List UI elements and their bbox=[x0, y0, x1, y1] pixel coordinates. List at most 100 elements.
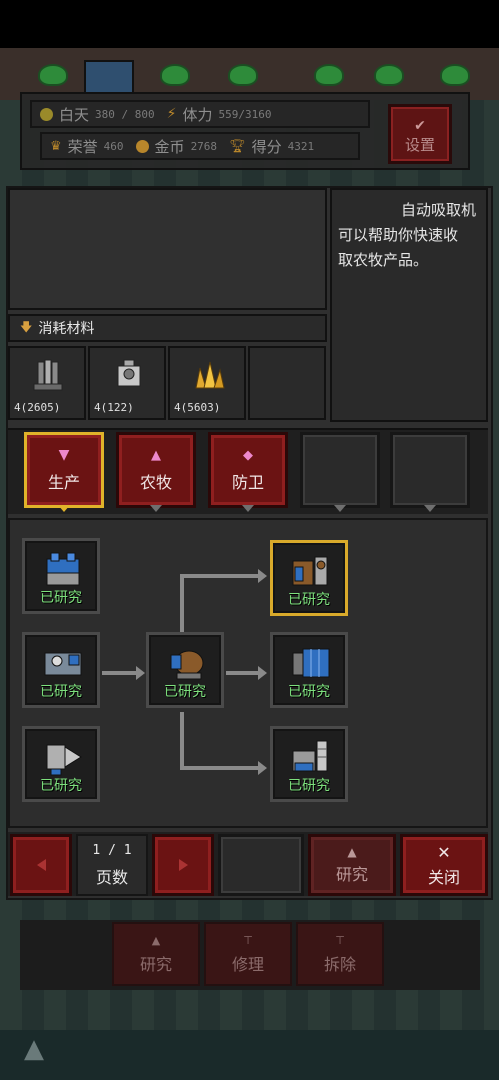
tab-empty bbox=[300, 432, 380, 508]
stamina-label: 体力 bbox=[182, 105, 213, 124]
description-line: 自动吸取机 bbox=[400, 201, 476, 219]
researched-label: 已研究 bbox=[40, 590, 82, 606]
tab-label: 生产 bbox=[47, 473, 80, 492]
repair-button[interactable]: ⊤ 修理 bbox=[204, 922, 292, 986]
tab-indicator-arrow bbox=[424, 505, 436, 512]
tech-node-coil[interactable]: 已研究 bbox=[146, 632, 224, 708]
demolish-button[interactable]: ⊤ 拆除 bbox=[296, 922, 384, 986]
connector-arrowhead bbox=[258, 666, 267, 680]
trophy-icon: 🏆︎ bbox=[229, 138, 246, 154]
material-slot[interactable]: 4(5603) bbox=[168, 346, 246, 420]
arrow-right-icon bbox=[178, 859, 188, 871]
absorber-machine-icon bbox=[292, 556, 328, 586]
material-count: 4(5603) bbox=[174, 401, 221, 414]
tree-decoration bbox=[228, 64, 258, 86]
materials-header: 🡇 消耗材料 bbox=[8, 314, 327, 342]
coil-machine-icon bbox=[170, 650, 204, 680]
shield-icon: ◆ bbox=[243, 447, 253, 463]
material-count: 4(2605) bbox=[14, 401, 61, 414]
sun-icon bbox=[40, 107, 53, 121]
stamina-icon: ⚡ bbox=[166, 106, 177, 122]
tree-decoration bbox=[374, 64, 404, 86]
machine-part-icon bbox=[117, 359, 141, 387]
arrow-down-icon: 🡇 bbox=[20, 319, 33, 334]
description-line: 可以帮助你快速收 bbox=[338, 226, 459, 244]
game-scene-bottom bbox=[0, 1030, 499, 1080]
tree-connector bbox=[180, 766, 260, 770]
empty-action-slot bbox=[218, 834, 304, 896]
material-slot[interactable]: 4(122) bbox=[88, 346, 166, 420]
building-research-button[interactable]: ▲ 研究 bbox=[112, 922, 200, 986]
research-icon: ▲ bbox=[151, 933, 161, 947]
researched-label: 已研究 bbox=[40, 778, 82, 794]
close-button[interactable]: ✕ 关闭 bbox=[400, 834, 488, 896]
tab-label: 防卫 bbox=[231, 472, 264, 492]
spring-press-icon bbox=[292, 740, 328, 772]
page-indicator: 1 / 1 页数 bbox=[76, 834, 148, 896]
settings-label: 设置 bbox=[404, 136, 435, 154]
repair-label: 修理 bbox=[231, 954, 264, 974]
day-value: 380 / 800 bbox=[95, 107, 155, 121]
tree-decoration bbox=[440, 64, 470, 86]
tab-empty bbox=[390, 432, 470, 508]
prev-page-button[interactable] bbox=[10, 834, 72, 896]
tree-connector bbox=[180, 712, 184, 770]
generator-machine-icon bbox=[44, 652, 82, 676]
tree-connector bbox=[180, 574, 260, 578]
day-label: 白天 bbox=[59, 105, 90, 124]
tech-node-absorber[interactable]: 已研究 bbox=[270, 540, 348, 616]
tech-node-spring-press[interactable]: 已研究 bbox=[270, 726, 348, 802]
material-slot[interactable]: 4(2605) bbox=[8, 346, 86, 420]
building-research-label: 研究 bbox=[139, 954, 172, 974]
tab-farming[interactable]: ▲ 农牧 bbox=[116, 432, 196, 508]
honor-value: 460 bbox=[103, 139, 124, 153]
demolish-label: 拆除 bbox=[323, 954, 356, 974]
researched-label: 已研究 bbox=[288, 592, 330, 608]
gold-label: 金币 bbox=[154, 137, 185, 156]
coin-icon bbox=[135, 139, 149, 153]
tech-node-generator[interactable]: 已研究 bbox=[22, 632, 100, 708]
connector-arrowhead bbox=[258, 569, 267, 583]
research-button[interactable]: ▲ 研究 bbox=[308, 834, 396, 896]
research-icon: ▲ bbox=[347, 845, 357, 859]
researched-label: 已研究 bbox=[40, 684, 82, 700]
connector-arrowhead bbox=[136, 666, 145, 680]
page-label: 页数 bbox=[95, 867, 128, 887]
demolish-icon: ⊤ bbox=[335, 933, 345, 947]
research-label: 研究 bbox=[335, 865, 368, 884]
anvil-icon: ▼ bbox=[58, 447, 70, 463]
hammer-icon: ⊤ bbox=[243, 933, 253, 947]
material-count: 4(122) bbox=[94, 401, 134, 414]
page-number: 1 / 1 bbox=[92, 842, 132, 858]
next-page-button[interactable] bbox=[152, 834, 214, 896]
tab-indicator-arrow bbox=[334, 505, 346, 512]
tab-label: 农牧 bbox=[139, 472, 172, 492]
description-line: 取农牧产品。 bbox=[338, 251, 429, 269]
tab-indicator-arrow bbox=[150, 505, 162, 512]
tech-node-panel[interactable]: 已研究 bbox=[270, 632, 348, 708]
settings-button[interactable]: ✔ 设置 bbox=[388, 104, 452, 164]
tree-connector bbox=[102, 671, 138, 675]
tech-node-drill[interactable]: 已研究 bbox=[22, 726, 100, 802]
item-description: 自动吸取机 可以帮助你快速收 取农牧产品。 bbox=[330, 188, 488, 422]
tech-node-workbench[interactable]: 已研究 bbox=[22, 538, 100, 614]
tab-defense[interactable]: ◆ 防卫 bbox=[208, 432, 288, 508]
building-icon bbox=[84, 60, 134, 94]
gold-value: 2768 bbox=[190, 139, 218, 153]
tree-icon: ▲ bbox=[151, 447, 161, 463]
blue-panel-machine-icon bbox=[292, 648, 330, 678]
connector-arrowhead bbox=[258, 761, 267, 775]
tree-decoration bbox=[314, 64, 344, 86]
materials-label: 消耗材料 bbox=[38, 321, 95, 337]
close-icon: ✕ bbox=[437, 842, 451, 862]
tree-connector bbox=[226, 671, 260, 675]
close-label: 关闭 bbox=[427, 867, 460, 887]
score-label: 得分 bbox=[251, 137, 282, 156]
tab-production[interactable]: ▼ 生产 bbox=[24, 432, 104, 508]
honor-label: 荣誉 bbox=[67, 137, 98, 156]
tree-decoration bbox=[160, 64, 190, 86]
pine-tree-icon: ▲ bbox=[24, 1034, 44, 1064]
arrow-left-icon bbox=[36, 859, 46, 871]
researched-label: 已研究 bbox=[288, 778, 330, 794]
drill-machine-icon bbox=[46, 744, 82, 776]
